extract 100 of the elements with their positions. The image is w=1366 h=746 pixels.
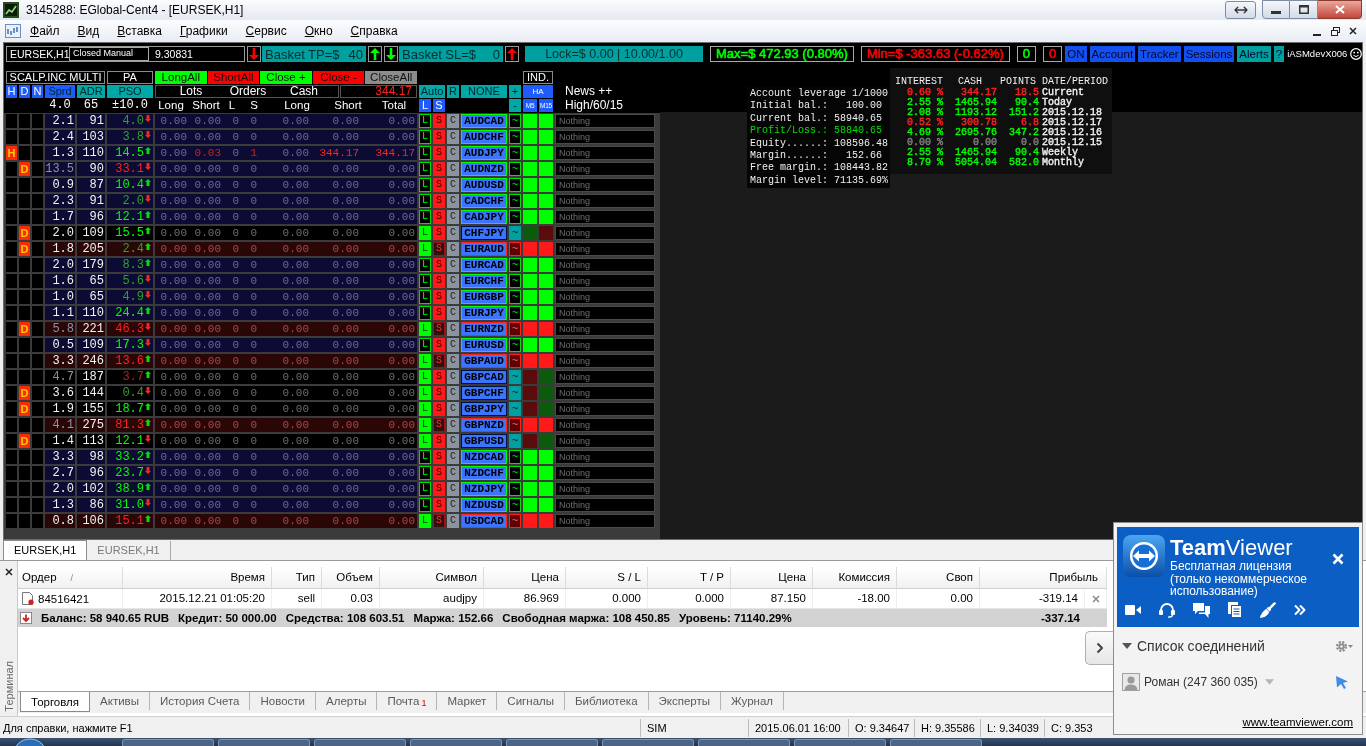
- c-button[interactable]: C: [447, 178, 459, 192]
- short-button[interactable]: S: [433, 274, 445, 288]
- c-button[interactable]: C: [447, 402, 459, 416]
- wave-button[interactable]: ~: [509, 482, 521, 496]
- c-button[interactable]: C: [447, 370, 459, 384]
- wave-button[interactable]: ~: [509, 306, 521, 320]
- wave-button[interactable]: ~: [509, 450, 521, 464]
- symbol-button[interactable]: AUDCAD: [461, 114, 507, 128]
- short-button[interactable]: S: [433, 466, 445, 480]
- wave-button[interactable]: ~: [509, 338, 521, 352]
- symbol-button[interactable]: AUDCHF: [461, 130, 507, 144]
- side-button[interactable]: S: [433, 99, 445, 112]
- symbol-button[interactable]: AUDNZD: [461, 162, 507, 176]
- long-button[interactable]: L: [419, 498, 431, 512]
- symbol-button[interactable]: CADCHF: [461, 194, 507, 208]
- wave-button[interactable]: ~: [509, 418, 521, 432]
- wave-button[interactable]: ~: [509, 498, 521, 512]
- c-button[interactable]: C: [447, 194, 459, 208]
- symbol-button[interactable]: CADJPY: [461, 210, 507, 224]
- c-button[interactable]: C: [447, 242, 459, 256]
- c-button[interactable]: C: [447, 514, 459, 528]
- cursor-icon[interactable]: [1336, 675, 1348, 689]
- terminal-tab[interactable]: Торговля: [20, 692, 91, 712]
- panel-button[interactable]: ?: [1273, 46, 1285, 62]
- symbol-button[interactable]: EURUSD: [461, 338, 507, 352]
- section-title[interactable]: Список соединений: [1137, 638, 1265, 654]
- short-button[interactable]: S: [433, 354, 445, 368]
- menu-item[interactable]: Графики: [170, 22, 237, 40]
- basket-value[interactable]: 0: [492, 46, 500, 62]
- action-button[interactable]: Close -: [312, 71, 365, 84]
- wave-button[interactable]: ~: [509, 290, 521, 304]
- wave-button[interactable]: ~: [509, 466, 521, 480]
- terminal-tab[interactable]: Библиотека: [565, 692, 649, 710]
- filter-button[interactable]: H: [6, 85, 17, 98]
- wave-button[interactable]: ~: [509, 178, 521, 192]
- mode-button[interactable]: R: [447, 85, 459, 98]
- c-button[interactable]: C: [447, 258, 459, 272]
- headset-icon[interactable]: [1159, 602, 1175, 618]
- side-button[interactable]: L: [419, 99, 431, 112]
- column-header[interactable]: Тип: [272, 567, 322, 589]
- restore-button[interactable]: [1328, 24, 1342, 38]
- long-button[interactable]: L: [419, 274, 431, 288]
- terminal-tab[interactable]: Новости: [250, 692, 316, 710]
- basket-value[interactable]: 40: [348, 46, 363, 62]
- long-button[interactable]: L: [419, 482, 431, 496]
- c-button[interactable]: C: [447, 226, 459, 240]
- c-button[interactable]: C: [447, 290, 459, 304]
- mode-button[interactable]: NONE: [461, 85, 507, 98]
- short-button[interactable]: S: [433, 146, 445, 160]
- wave-button[interactable]: ~: [509, 386, 521, 400]
- wave-button[interactable]: ~: [509, 242, 521, 256]
- c-button[interactable]: C: [447, 306, 459, 320]
- column-header[interactable]: Комиссия: [813, 567, 897, 589]
- short-button[interactable]: S: [433, 434, 445, 448]
- terminal-tab[interactable]: Активы: [90, 692, 150, 710]
- wave-button[interactable]: ~: [509, 130, 521, 144]
- symbol-button[interactable]: EURGBP: [461, 290, 507, 304]
- panel-button[interactable]: ON: [1065, 46, 1087, 62]
- action-button[interactable]: Close +: [260, 71, 312, 84]
- long-button[interactable]: L: [419, 226, 431, 240]
- symbol-button[interactable]: EURCHF: [461, 274, 507, 288]
- short-button[interactable]: S: [433, 402, 445, 416]
- symbol-button[interactable]: NZDUSD: [461, 498, 507, 512]
- symbol-button[interactable]: EURNZD: [461, 322, 507, 336]
- long-button[interactable]: L: [419, 242, 431, 256]
- long-button[interactable]: L: [419, 146, 431, 160]
- terminal-tab[interactable]: Эксперты: [648, 692, 722, 710]
- short-button[interactable]: S: [433, 306, 445, 320]
- column-header[interactable]: Объем: [322, 567, 380, 589]
- panel-button[interactable]: Alerts: [1237, 46, 1271, 62]
- action-button[interactable]: LongAll: [155, 71, 207, 84]
- indicator-button[interactable]: HA: [523, 85, 553, 98]
- c-button[interactable]: C: [447, 482, 459, 496]
- column-header[interactable]: Цена: [731, 567, 813, 589]
- wave-button[interactable]: ~: [509, 258, 521, 272]
- symbol-button[interactable]: GBPJPY: [461, 402, 507, 416]
- close-button[interactable]: [3, 567, 14, 577]
- short-button[interactable]: S: [433, 322, 445, 336]
- long-button[interactable]: L: [419, 306, 431, 320]
- menu-item[interactable]: Справка: [341, 22, 407, 40]
- short-button[interactable]: S: [433, 162, 445, 176]
- symbol-button[interactable]: AUDJPY: [461, 146, 507, 160]
- wave-button[interactable]: ~: [509, 146, 521, 160]
- wave-button[interactable]: ~: [509, 274, 521, 288]
- long-button[interactable]: L: [419, 418, 431, 432]
- brush-icon[interactable]: [1260, 602, 1276, 618]
- close-button[interactable]: [1318, 0, 1362, 19]
- short-button[interactable]: S: [433, 418, 445, 432]
- panel-button[interactable]: Account: [1089, 46, 1136, 62]
- symbol-button[interactable]: NZDJPY: [461, 482, 507, 496]
- long-button[interactable]: L: [419, 514, 431, 528]
- contact-name[interactable]: Роман (247 360 035): [1144, 675, 1258, 689]
- long-button[interactable]: L: [419, 114, 431, 128]
- document-icon[interactable]: [1228, 602, 1242, 618]
- short-button[interactable]: S: [433, 114, 445, 128]
- symbol-button[interactable]: EURCAD: [461, 258, 507, 272]
- chart-tab[interactable]: EURSEK,H1: [3, 540, 88, 560]
- wave-button[interactable]: ~: [509, 322, 521, 336]
- column-header[interactable]: Своп: [897, 567, 980, 589]
- c-button[interactable]: C: [447, 450, 459, 464]
